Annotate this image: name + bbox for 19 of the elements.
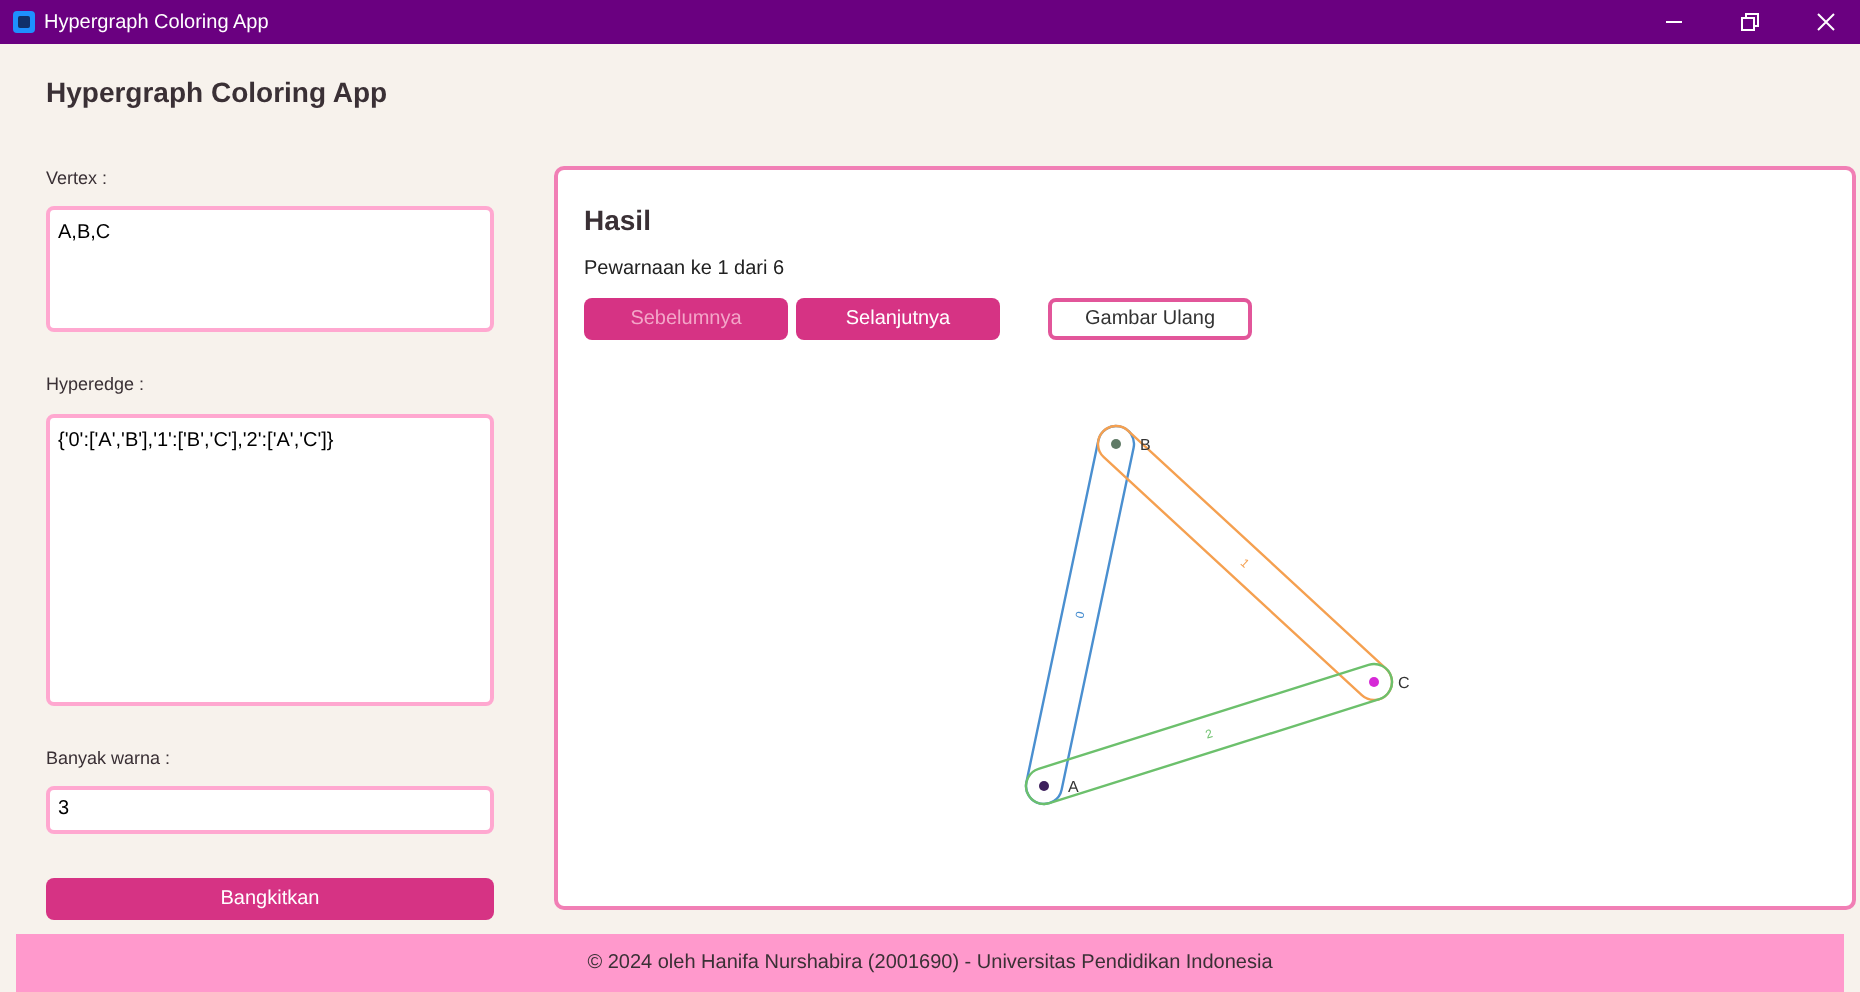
color-count-field[interactable]: 3 bbox=[46, 785, 494, 833]
app-heading: Hypergraph Coloring App bbox=[46, 74, 390, 112]
generate-button[interactable]: Bangkitkan bbox=[46, 877, 494, 919]
vertex-label: A bbox=[1068, 778, 1079, 796]
redraw-button[interactable]: Gambar Ulang bbox=[1048, 298, 1252, 340]
vertex-field[interactable]: A,B,C bbox=[46, 205, 494, 331]
next-button[interactable]: Selanjutnya bbox=[796, 298, 1000, 340]
vertex-label: C bbox=[1398, 674, 1410, 692]
app-icon bbox=[12, 10, 36, 34]
hyperedge-label: Hyperedge : bbox=[46, 371, 147, 398]
coloring-status: Pewarnaan ke 1 dari 6 bbox=[584, 256, 787, 284]
restore-icon[interactable] bbox=[1740, 12, 1760, 32]
footer: © 2024 oleh Hanifa Nurshabira (2001690) - Universitas Pendidikan Indonesia bbox=[16, 934, 1844, 992]
result-heading: Hasil bbox=[584, 202, 653, 240]
hyperedge-field[interactable]: {'0':['A','B'],'1':['B','C'],'2':['A','C']} bbox=[46, 414, 494, 706]
vertex-label: Vertex : bbox=[46, 166, 110, 192]
window-title: Hypergraph Coloring App bbox=[44, 9, 269, 37]
close-icon[interactable] bbox=[1816, 12, 1836, 32]
color-count-label: Banyak warna : bbox=[46, 746, 173, 772]
